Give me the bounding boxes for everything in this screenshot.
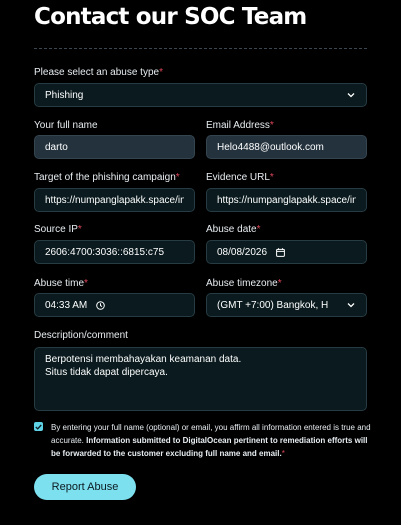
consent-text-bold: Information submitted to DigitalOcean pe… [51,436,368,458]
evidence-label: Evidence URL* [206,172,274,183]
description-textarea[interactable]: Berpotensi membahayakan keamanan data. S… [34,347,367,411]
abuse-date-value: 08/08/2026 [217,246,268,258]
email-value: Helo4488@outlook.com [217,141,324,153]
check-icon [35,424,42,430]
abuse-type-select[interactable]: Phishing [34,83,367,107]
chevron-down-icon [346,90,356,100]
consent-text: By entering your full name (optional) or… [51,421,371,460]
full-name-value: darto [45,141,68,153]
required-marker: * [277,278,282,289]
abuse-date-input[interactable]: 08/08/2026 [206,240,367,264]
source-ip-label: Source IP* [34,224,82,235]
description-line: Berpotensi membahayakan keamanan data. [45,354,242,365]
evidence-label-text: Evidence URL [206,172,270,183]
source-ip-input[interactable]: 2606:4700:3036::6815:c75 [34,240,195,264]
abuse-time-label: Abuse time* [34,278,88,289]
calendar-icon[interactable] [276,247,285,257]
consent-checkbox[interactable] [34,422,43,431]
clock-icon[interactable] [96,300,106,310]
required-marker: * [77,224,82,235]
abuse-date-label: Abuse date* [206,224,261,235]
email-label-text: Email Address [206,120,270,131]
evidence-url-input[interactable]: https://numpanglapakk.space/in [206,188,367,212]
timezone-value: (GMT +7:00) Bangkok, H [217,299,329,311]
report-abuse-button[interactable]: Report Abuse [34,474,136,500]
evidence-url-value: https://numpanglapakk.space/in [217,194,356,206]
timezone-label-text: Abuse timezone [206,278,278,289]
abuse-type-value: Phishing [45,89,84,101]
target-label: Target of the phishing campaign* [34,172,180,183]
required-marker: * [175,172,180,183]
abuse-type-label: Please select an abuse type* [34,67,163,78]
full-name-input[interactable]: darto [34,135,195,159]
abuse-time-input[interactable]: 04:33 AM [34,293,195,317]
description-label: Description/comment [34,330,128,341]
source-ip-label-text: Source IP [34,224,78,235]
abuse-type-label-text: Please select an abuse type [34,67,160,78]
description-label-text: Description/comment [34,330,128,341]
required-marker: * [256,224,261,235]
required-marker: * [84,278,88,289]
chevron-down-icon [346,300,356,310]
target-label-text: Target of the phishing campaign [34,172,176,183]
full-name-label-text: Your full name [34,120,98,131]
timezone-select[interactable]: (GMT +7:00) Bangkok, H [206,293,367,317]
required-marker: * [281,449,285,458]
page-title: Contact our SOC Team [34,4,307,30]
abuse-date-label-text: Abuse date [206,224,257,235]
email-input[interactable]: Helo4488@outlook.com [206,135,367,159]
abuse-time-label-text: Abuse time [34,278,85,289]
timezone-label: Abuse timezone* [206,278,282,289]
description-line: Situs tidak dapat dipercaya. [45,367,168,378]
target-value: https://numpanglapakk.space/in [45,194,184,206]
required-marker: * [159,67,163,78]
required-marker: * [269,172,274,183]
required-marker: * [269,120,274,131]
source-ip-value: 2606:4700:3036::6815:c75 [45,246,164,258]
email-label: Email Address* [206,120,274,131]
full-name-label: Your full name [34,120,98,131]
title-divider [34,48,367,49]
abuse-time-value: 04:33 AM [45,299,88,311]
target-input[interactable]: https://numpanglapakk.space/in [34,188,195,212]
